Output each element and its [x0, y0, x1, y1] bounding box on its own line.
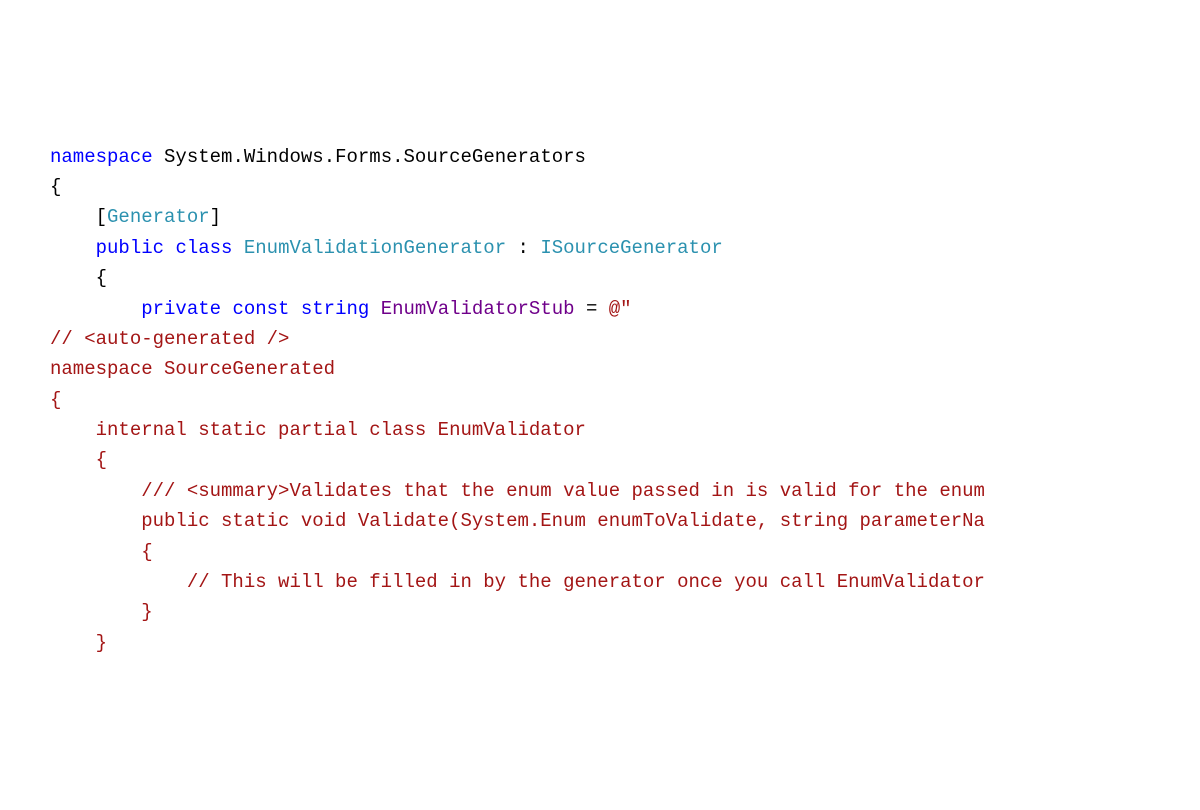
- interface-name: ISourceGenerator: [540, 237, 722, 259]
- code-line: {: [50, 172, 1200, 202]
- keyword-private: private: [141, 298, 221, 320]
- keyword-class: class: [175, 237, 232, 259]
- equals: =: [575, 298, 609, 320]
- colon: :: [506, 237, 540, 259]
- code-line: {: [50, 263, 1200, 293]
- dot: .: [232, 146, 243, 168]
- string-content: {: [50, 445, 1200, 475]
- string-content: internal static partial class EnumValida…: [50, 415, 1200, 445]
- keyword-namespace: namespace: [50, 146, 153, 168]
- string-content: {: [50, 385, 1200, 415]
- code-line: private const string EnumValidatorStub =…: [50, 294, 1200, 324]
- dot: .: [324, 146, 335, 168]
- code-line: namespace System.Windows.Forms.SourceGen…: [50, 142, 1200, 172]
- string-content: namespace SourceGenerated: [50, 354, 1200, 384]
- string-content: /// <summary>Validates that the enum val…: [50, 476, 1200, 506]
- namespace-part: Windows: [244, 146, 324, 168]
- keyword-const: const: [232, 298, 289, 320]
- keyword-public: public: [96, 237, 164, 259]
- dot: .: [392, 146, 403, 168]
- code-line: public class EnumValidationGenerator : I…: [50, 233, 1200, 263]
- code-editor[interactable]: namespace System.Windows.Forms.SourceGen…: [0, 122, 1200, 659]
- string-content: // This will be filled in by the generat…: [50, 567, 1200, 597]
- namespace-part: Forms: [335, 146, 392, 168]
- keyword-string: string: [301, 298, 369, 320]
- namespace-part: System: [164, 146, 232, 168]
- namespace-part: SourceGenerators: [404, 146, 586, 168]
- string-content: }: [50, 597, 1200, 627]
- code-line: [Generator]: [50, 202, 1200, 232]
- brace-open: {: [50, 176, 61, 198]
- class-name: EnumValidationGenerator: [244, 237, 506, 259]
- attr-bracket-open: [: [96, 206, 107, 228]
- attr-bracket-close: ]: [210, 206, 221, 228]
- field-name: EnumValidatorStub: [381, 298, 575, 320]
- attribute-name: Generator: [107, 206, 210, 228]
- string-content: // <auto-generated />: [50, 324, 1200, 354]
- string-content: }: [50, 628, 1200, 658]
- string-start: @": [609, 298, 632, 320]
- string-content: {: [50, 537, 1200, 567]
- brace-open: {: [96, 267, 107, 289]
- string-content: public static void Validate(System.Enum …: [50, 506, 1200, 536]
